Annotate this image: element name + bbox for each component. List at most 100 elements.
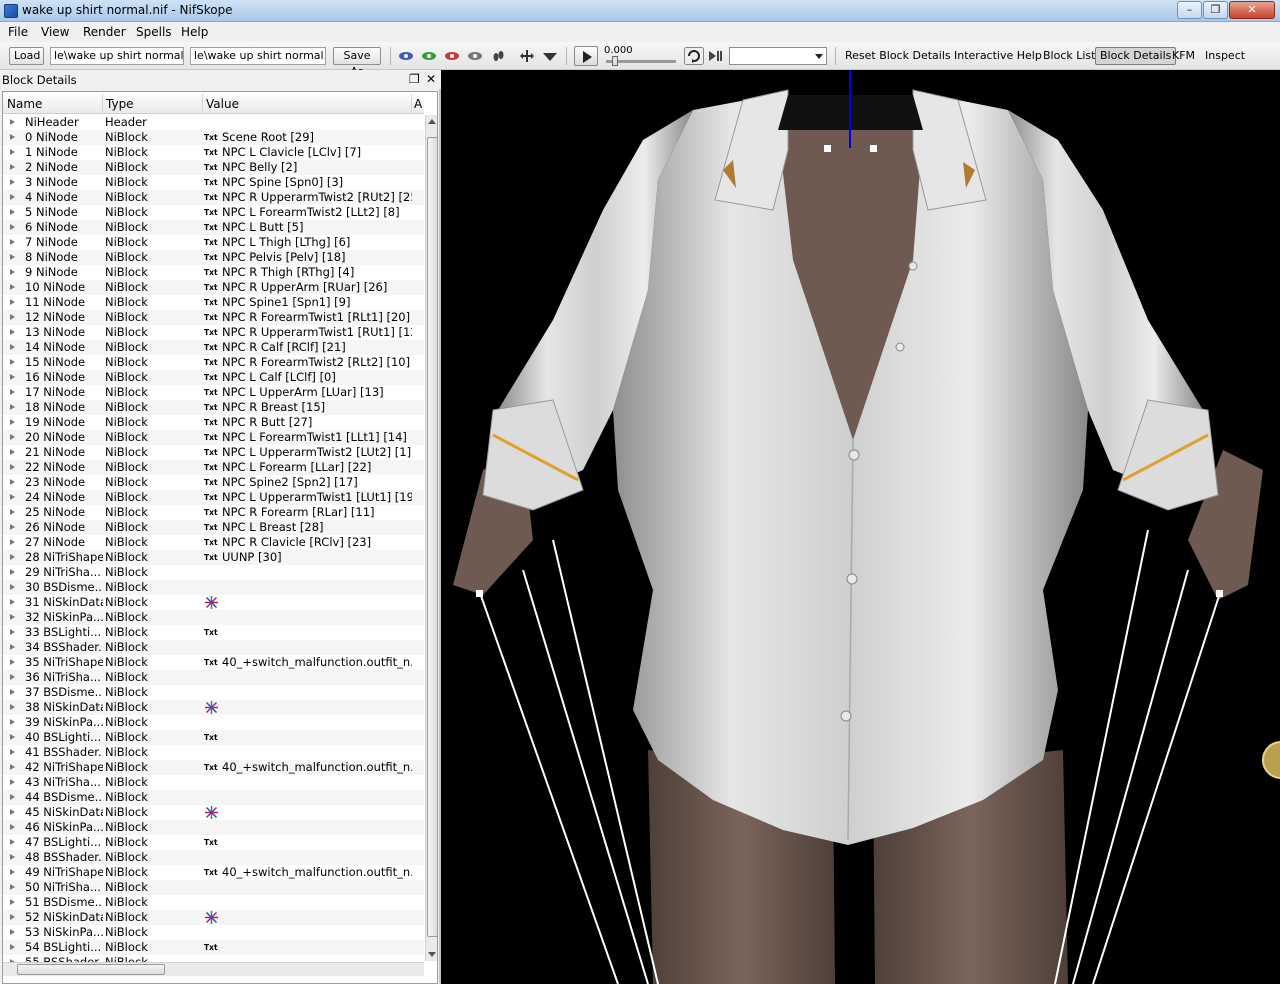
expand-arrow-icon[interactable]: [10, 149, 15, 155]
expand-arrow-icon[interactable]: [10, 779, 15, 785]
column-type[interactable]: Type: [106, 97, 134, 111]
expand-arrow-icon[interactable]: [10, 269, 15, 275]
block-value[interactable]: NPC R Clavicle [RClv] [23]: [222, 535, 412, 550]
expand-arrow-icon[interactable]: [10, 434, 15, 440]
expand-arrow-icon[interactable]: [10, 134, 15, 140]
block-value[interactable]: 40_+switch_malfunction.outfit_n...: [222, 655, 412, 670]
animation-select[interactable]: [729, 47, 827, 65]
tree-row[interactable]: 43 NiTriSha... NiBlock: [3, 775, 424, 790]
inspect-button[interactable]: Inspect: [1205, 49, 1245, 62]
tree-row[interactable]: 1 NiNode NiBlock Txt NPC L Clavicle [LClv] …: [3, 145, 424, 160]
block-value[interactable]: NPC L Breast [28]: [222, 520, 412, 535]
expand-arrow-icon[interactable]: [10, 854, 15, 860]
tree-row[interactable]: 9 NiNode NiBlock Txt NPC R Thigh [RThg] [4]: [3, 265, 424, 280]
menu-spells[interactable]: Spells: [136, 25, 172, 39]
reset-block-details-button[interactable]: Reset Block Details: [845, 49, 951, 62]
block-value[interactable]: NPC R UpperarmTwist1 [RUt1] [12]: [222, 325, 412, 340]
save-as-button[interactable]: Save As: [333, 47, 381, 78]
expand-arrow-icon[interactable]: [10, 734, 15, 740]
block-value[interactable]: NPC Spine [Spn0] [3]: [222, 175, 412, 190]
tree-row[interactable]: 15 NiNode NiBlock Txt NPC R ForearmTwist2 […: [3, 355, 424, 370]
tree-row[interactable]: 51 BSDisme... NiBlock: [3, 895, 424, 910]
expand-arrow-icon[interactable]: [10, 884, 15, 890]
expand-arrow-icon[interactable]: [10, 449, 15, 455]
block-value[interactable]: NPC R ForearmTwist2 [RLt2] [10]: [222, 355, 412, 370]
tree-row[interactable]: 4 NiNode NiBlock Txt NPC R UpperarmTwist2 […: [3, 190, 424, 205]
expand-arrow-icon[interactable]: [10, 824, 15, 830]
axes-move-icon[interactable]: [519, 50, 535, 62]
vertical-scrollbar[interactable]: [425, 115, 437, 961]
block-tree[interactable]: Name Type Value A NiHeader Header 0 NiNode…: [2, 91, 438, 984]
tree-row[interactable]: 53 NiSkinPa... NiBlock: [3, 925, 424, 940]
tree-row[interactable]: 35 NiTriShape NiBlock Txt 40_+switch_malfun…: [3, 655, 424, 670]
expand-arrow-icon[interactable]: [10, 539, 15, 545]
render-viewport[interactable]: [443, 70, 1280, 984]
expand-arrow-icon[interactable]: [10, 359, 15, 365]
block-value[interactable]: 40_+switch_malfunction.outfit_n...: [222, 865, 412, 880]
expand-arrow-icon[interactable]: [10, 569, 15, 575]
block-value[interactable]: NPC Spine2 [Spn2] [17]: [222, 475, 412, 490]
scroll-up-icon[interactable]: [428, 119, 436, 124]
tree-row[interactable]: 50 NiTriSha... NiBlock: [3, 880, 424, 895]
tree-row[interactable]: 52 NiSkinData NiBlock: [3, 910, 424, 925]
expand-arrow-icon[interactable]: [10, 344, 15, 350]
block-value[interactable]: UUNP [30]: [222, 550, 412, 565]
kfm-button[interactable]: KFM: [1172, 49, 1195, 62]
expand-arrow-icon[interactable]: [10, 704, 15, 710]
title-bar[interactable]: wake up shirt normal.nif - NifSkope – ❐ …: [0, 0, 1280, 22]
tree-row[interactable]: 11 NiNode NiBlock Txt NPC Spine1 [Spn1] [9]: [3, 295, 424, 310]
block-value[interactable]: NPC R UpperArm [RUar] [26]: [222, 280, 412, 295]
float-panel-icon[interactable]: ❐: [409, 72, 420, 86]
tree-row[interactable]: 7 NiNode NiBlock Txt NPC L Thigh [LThg] [6]: [3, 235, 424, 250]
block-value[interactable]: NPC R Butt [27]: [222, 415, 412, 430]
expand-arrow-icon[interactable]: [10, 554, 15, 560]
block-value[interactable]: NPC Spine1 [Spn1] [9]: [222, 295, 412, 310]
menu-render[interactable]: Render: [83, 25, 126, 39]
expand-arrow-icon[interactable]: [10, 839, 15, 845]
expand-arrow-icon[interactable]: [10, 914, 15, 920]
block-value[interactable]: NPC R ForearmTwist1 [RLt1] [20]: [222, 310, 412, 325]
view-eye-gray-icon[interactable]: [467, 50, 483, 62]
tree-row[interactable]: 8 NiNode NiBlock Txt NPC Pelvis [Pelv] [18]: [3, 250, 424, 265]
tree-row[interactable]: 12 NiNode NiBlock Txt NPC R ForearmTwist1 […: [3, 310, 424, 325]
view-eye-blue-icon[interactable]: [398, 50, 414, 62]
block-value[interactable]: NPC L Forearm [LLar] [22]: [222, 460, 412, 475]
tree-row[interactable]: 38 NiSkinData NiBlock: [3, 700, 424, 715]
menu-file[interactable]: File: [8, 25, 28, 39]
tree-row[interactable]: 39 NiSkinPa... NiBlock: [3, 715, 424, 730]
expand-arrow-icon[interactable]: [10, 464, 15, 470]
expand-arrow-icon[interactable]: [10, 494, 15, 500]
tree-row[interactable]: 22 NiNode NiBlock Txt NPC L Forearm [LLar] …: [3, 460, 424, 475]
maximize-icon[interactable]: ❐: [1203, 1, 1228, 19]
tree-row[interactable]: NiHeader Header: [3, 115, 424, 130]
block-value[interactable]: NPC L Thigh [LThg] [6]: [222, 235, 412, 250]
tree-row[interactable]: 29 NiTriSha... NiBlock: [3, 565, 424, 580]
expand-arrow-icon[interactable]: [10, 524, 15, 530]
block-value[interactable]: NPC Belly [2]: [222, 160, 412, 175]
expand-arrow-icon[interactable]: [10, 119, 15, 125]
expand-arrow-icon[interactable]: [10, 329, 15, 335]
tree-row[interactable]: 31 NiSkinData NiBlock: [3, 595, 424, 610]
block-value[interactable]: Scene Root [29]: [222, 130, 412, 145]
expand-arrow-icon[interactable]: [10, 929, 15, 935]
tree-row[interactable]: 42 NiTriShape NiBlock Txt 40_+switch_malfun…: [3, 760, 424, 775]
column-name[interactable]: Name: [7, 97, 42, 111]
footprint-icon[interactable]: [490, 50, 506, 62]
tree-row[interactable]: 3 NiNode NiBlock Txt NPC Spine [Spn0] [3]: [3, 175, 424, 190]
switch-animation-icon[interactable]: [708, 50, 724, 62]
expand-arrow-icon[interactable]: [10, 764, 15, 770]
expand-arrow-icon[interactable]: [10, 584, 15, 590]
minimize-icon[interactable]: –: [1177, 1, 1202, 19]
tree-row[interactable]: 48 BSShader... NiBlock: [3, 850, 424, 865]
tree-row[interactable]: 23 NiNode NiBlock Txt NPC Spine2 [Spn2] [17…: [3, 475, 424, 490]
column-a[interactable]: A: [414, 97, 422, 111]
expand-arrow-icon[interactable]: [10, 809, 15, 815]
expand-arrow-icon[interactable]: [10, 944, 15, 950]
save-path-field[interactable]: le\wake up shirt normal.nif: [190, 47, 326, 65]
expand-arrow-icon[interactable]: [10, 629, 15, 635]
tree-row[interactable]: 54 BSLighti... NiBlock Txt: [3, 940, 424, 955]
rotation-gizmo-icon[interactable]: [1262, 741, 1280, 779]
expand-arrow-icon[interactable]: [10, 284, 15, 290]
expand-arrow-icon[interactable]: [10, 164, 15, 170]
scroll-down-icon[interactable]: [428, 952, 436, 957]
